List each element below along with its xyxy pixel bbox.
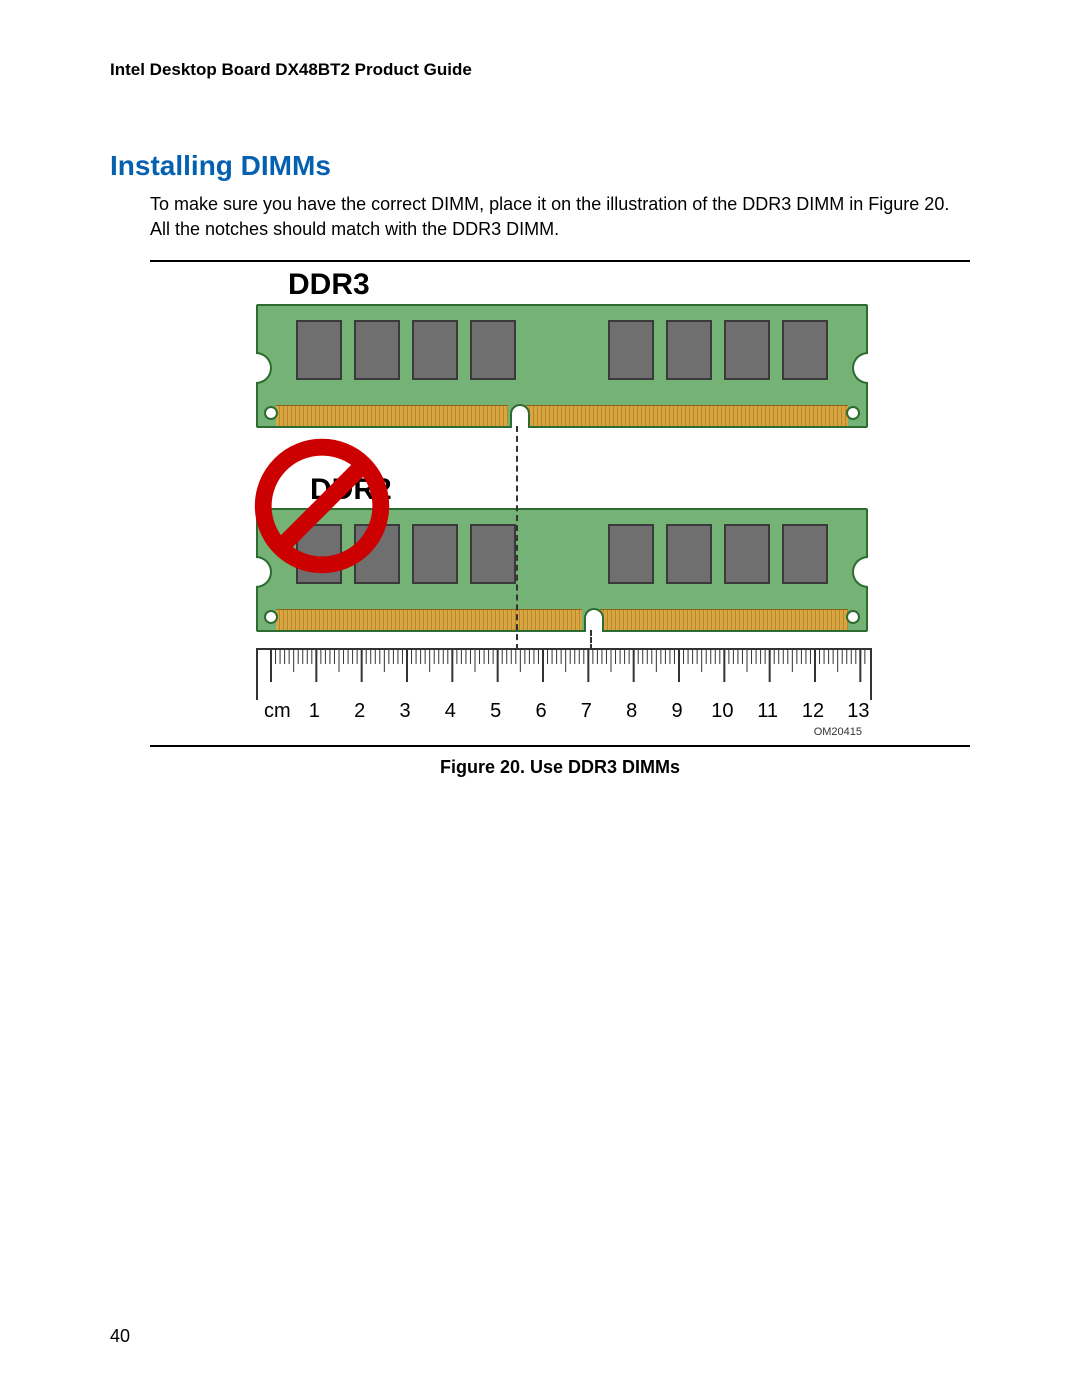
ddr3-chips-left <box>296 320 516 380</box>
ruler-number: 13 <box>847 700 869 723</box>
ddr2-chips-right <box>608 524 828 584</box>
ruler-number: 3 <box>399 700 410 723</box>
ruler-number: 7 <box>581 700 592 723</box>
ruler-number: 6 <box>535 700 546 723</box>
ruler-number: 2 <box>354 700 365 723</box>
ddr3-key-notch <box>510 404 530 428</box>
ddr2-notch-guideline <box>590 630 592 650</box>
ruler-number: 4 <box>445 700 456 723</box>
figure-container: DDR3 DDR2 <box>150 260 970 747</box>
page-header: Intel Desktop Board DX48BT2 Product Guid… <box>110 60 970 80</box>
ruler-number: 11 <box>757 700 778 723</box>
prohibit-icon <box>252 436 392 576</box>
ruler-number: 9 <box>671 700 682 723</box>
page-number: 40 <box>110 1326 130 1347</box>
ddr3-notch-guideline <box>516 426 518 650</box>
ddr2-key-notch <box>584 608 604 632</box>
ruler-number: 5 <box>490 700 501 723</box>
ddr3-label: DDR3 <box>288 268 370 302</box>
ruler-unit-label: cm <box>264 700 291 723</box>
ruler-number: 12 <box>802 700 824 723</box>
ddr3-chips-right <box>608 320 828 380</box>
figure-caption: Figure 20. Use DDR3 DIMMs <box>150 757 970 778</box>
ddr3-dimm <box>256 304 868 428</box>
ruler-number: 8 <box>626 700 637 723</box>
ruler-number: 1 <box>309 700 320 723</box>
ruler <box>256 648 872 700</box>
dimm-diagram: DDR3 DDR2 <box>240 268 880 743</box>
section-heading: Installing DIMMs <box>110 150 970 182</box>
ruler-number: 10 <box>711 700 733 723</box>
figure-code: OM20415 <box>814 726 862 738</box>
body-paragraph: To make sure you have the correct DIMM, … <box>150 192 970 242</box>
